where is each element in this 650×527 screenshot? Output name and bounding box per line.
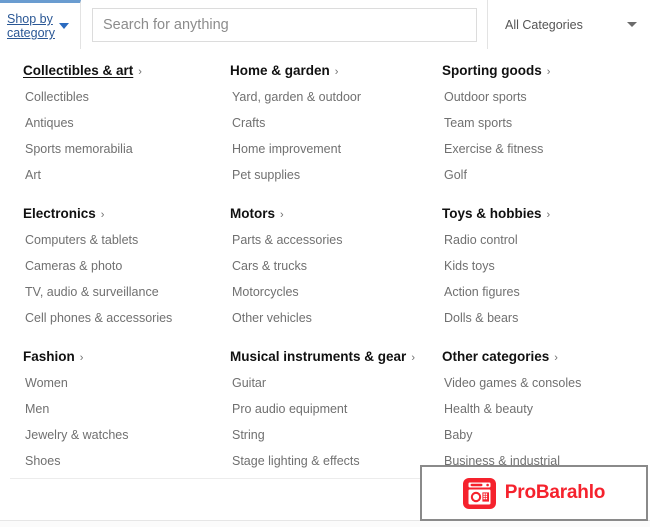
- category-sublink[interactable]: Kids toys: [442, 259, 650, 274]
- category-sublink[interactable]: Sports memorabilia: [23, 142, 230, 157]
- category-header-link[interactable]: Electronics ›: [23, 205, 104, 224]
- category-header-link[interactable]: Sporting goods ›: [442, 62, 550, 81]
- category-sublink[interactable]: Women: [23, 376, 230, 391]
- category-sublink[interactable]: TV, audio & surveillance: [23, 285, 230, 300]
- category-header-label: Collectibles & art: [23, 63, 134, 78]
- category-sublink[interactable]: Cell phones & accessories: [23, 311, 230, 326]
- category-sublink[interactable]: Action figures: [442, 285, 650, 300]
- category-header-link[interactable]: Toys & hobbies ›: [442, 205, 550, 224]
- search-placeholder: Search for anything: [103, 16, 229, 33]
- category-group: Other categories › Video games & consoles H…: [442, 348, 650, 469]
- category-sublink-list: Collectibles Antiques Sports memorabilia Ar…: [23, 90, 230, 183]
- category-sublink[interactable]: Cameras & photo: [23, 259, 230, 274]
- category-sublink[interactable]: Men: [23, 402, 230, 417]
- chevron-right-icon: ›: [100, 209, 105, 221]
- category-header-label: Sporting goods: [442, 63, 542, 78]
- watermark-brand-text: ProBarahlo: [504, 482, 606, 503]
- category-sublink[interactable]: Stage lighting & effects: [230, 454, 442, 469]
- category-sublink-list: Outdoor sports Team sports Exercise & fitn…: [442, 90, 650, 183]
- chevron-right-icon: ›: [411, 352, 415, 364]
- chevron-right-icon: ›: [334, 66, 339, 78]
- category-group: Motors › Parts & accessories Cars & trucks M…: [230, 205, 442, 326]
- category-group: Electronics › Computers & tablets Cameras &…: [23, 205, 230, 326]
- category-sublink-list: Yard, garden & outdoor Crafts Home improve…: [230, 90, 442, 183]
- category-header-label: Other categories: [442, 349, 550, 364]
- category-sublink-list: Guitar Pro audio equipment String Stage lig…: [230, 376, 442, 469]
- category-sublink[interactable]: Baby: [442, 428, 650, 443]
- category-sublink[interactable]: Outdoor sports: [442, 90, 650, 105]
- category-sublink[interactable]: Yard, garden & outdoor: [230, 90, 442, 105]
- category-sublink[interactable]: Dolls & bears: [442, 311, 650, 326]
- category-sublink[interactable]: Crafts: [230, 116, 442, 131]
- camera-badge-icon: [462, 477, 496, 509]
- shop-by-category-label: Shop by category: [7, 12, 55, 40]
- category-sublink[interactable]: String: [230, 428, 442, 443]
- category-group: Home & garden › Yard, garden & outdoor Craf…: [230, 62, 442, 183]
- watermark-content: ProBarahlo: [462, 477, 606, 509]
- category-sublink[interactable]: Exercise & fitness: [442, 142, 650, 157]
- category-sublink[interactable]: Other vehicles: [230, 311, 442, 326]
- category-header-link[interactable]: Motors ›: [230, 205, 284, 224]
- category-sublink[interactable]: Art: [23, 168, 230, 183]
- chevron-right-icon: ›: [138, 66, 142, 78]
- chevron-right-icon: ›: [546, 66, 551, 78]
- category-sublink[interactable]: Golf: [442, 168, 650, 183]
- category-sublink[interactable]: Shoes: [23, 454, 230, 469]
- category-sublink[interactable]: Radio control: [442, 233, 650, 248]
- category-sublink[interactable]: Parts & accessories: [230, 233, 442, 248]
- category-group: Sporting goods › Outdoor sports Team sports…: [442, 62, 650, 183]
- category-sublink-list: Computers & tablets Cameras & photo TV, au…: [23, 233, 230, 326]
- category-group: Musical instruments & gear › Guitar Pro aud…: [230, 348, 442, 469]
- category-sublink[interactable]: Health & beauty: [442, 402, 650, 417]
- category-sublink[interactable]: Collectibles: [23, 90, 230, 105]
- category-header-label: Musical instruments & gear: [230, 349, 407, 364]
- category-sublink[interactable]: Cars & trucks: [230, 259, 442, 274]
- category-header-label: Electronics: [23, 206, 96, 221]
- chevron-down-icon: [627, 22, 637, 27]
- search-header: Shop by category Search for anything All…: [0, 0, 650, 49]
- category-header-label: Motors: [230, 206, 275, 221]
- category-group: Toys & hobbies › Radio control Kids toys Act…: [442, 205, 650, 326]
- category-sublink[interactable]: Guitar: [230, 376, 442, 391]
- chevron-right-icon: ›: [546, 209, 551, 221]
- category-header-label: Home & garden: [230, 63, 330, 78]
- chevron-right-icon: ›: [280, 209, 284, 221]
- chevron-right-icon: ›: [554, 352, 558, 364]
- category-sublink[interactable]: Pro audio equipment: [230, 402, 442, 417]
- search-field-wrapper: Search for anything: [81, 0, 487, 49]
- category-header-link[interactable]: Musical instruments & gear ›: [230, 348, 415, 367]
- chevron-down-icon: [58, 23, 69, 29]
- category-sublink-list: Parts & accessories Cars & trucks Motorcyc…: [230, 233, 442, 326]
- category-sublink-list: Radio control Kids toys Action figures Doll…: [442, 233, 650, 326]
- category-sublink-list: Video games & consoles Health & beauty Bab…: [442, 376, 650, 469]
- category-sublink[interactable]: Motorcycles: [230, 285, 442, 300]
- category-sublink[interactable]: Antiques: [23, 116, 230, 131]
- category-sublink-list: Women Men Jewelry & watches Shoes: [23, 376, 230, 469]
- all-categories-label: All Categories: [505, 17, 583, 32]
- category-sublink[interactable]: Video games & consoles: [442, 376, 650, 391]
- category-sublink[interactable]: Home improvement: [230, 142, 442, 157]
- category-header-link[interactable]: Collectibles & art ›: [23, 62, 142, 81]
- category-sublink[interactable]: Jewelry & watches: [23, 428, 230, 443]
- watermark-box: ProBarahlo: [420, 465, 648, 521]
- category-sublink[interactable]: Pet supplies: [230, 168, 442, 183]
- search-input[interactable]: Search for anything: [92, 7, 477, 42]
- category-sublink[interactable]: Team sports: [442, 116, 650, 131]
- category-header-link[interactable]: Other categories ›: [442, 348, 558, 367]
- all-categories-dropdown[interactable]: All Categories: [487, 0, 650, 49]
- shop-by-category-tab[interactable]: Shop by category: [0, 0, 81, 49]
- category-header-label: Fashion: [23, 349, 75, 364]
- category-sublink[interactable]: Computers & tablets: [23, 233, 230, 248]
- category-group: Fashion › Women Men Jewelry & watches Shoes: [23, 348, 230, 469]
- category-header-link[interactable]: Fashion ›: [23, 348, 83, 367]
- category-flyout-panel: Collectibles & art › Collectibles Antiques S…: [0, 49, 650, 479]
- category-group: Collectibles & art › Collectibles Antiques S…: [23, 62, 230, 183]
- category-header-label: Toys & hobbies: [442, 206, 542, 221]
- category-header-link[interactable]: Home & garden ›: [230, 62, 338, 81]
- chevron-right-icon: ›: [79, 352, 84, 364]
- category-grid: Collectibles & art › Collectibles Antiques S…: [0, 49, 650, 491]
